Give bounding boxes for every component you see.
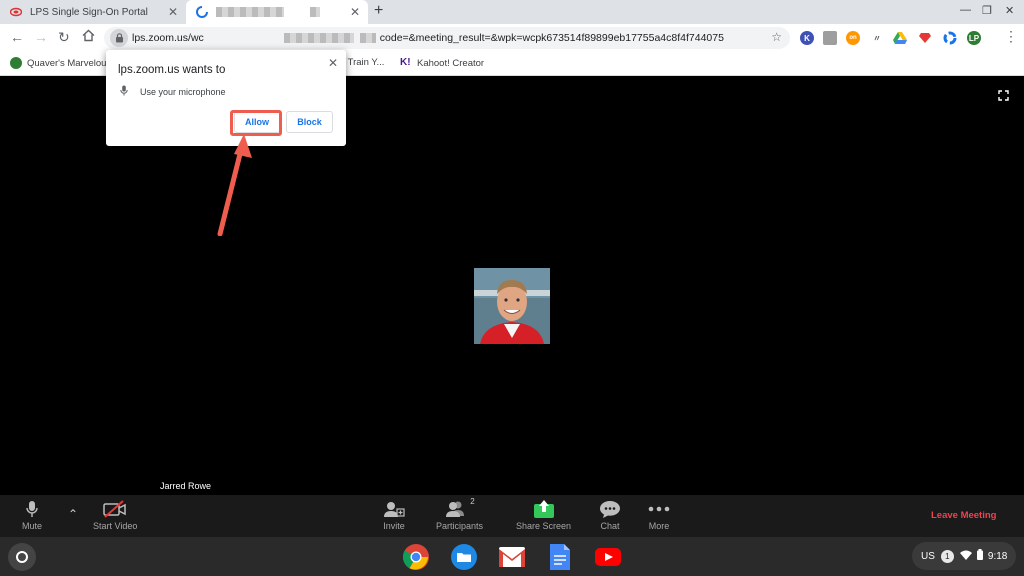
control-label: More	[648, 521, 670, 531]
tab-strip: LPS Single Sign-On Portal ✕ ✕ + — ❐ ✕	[0, 0, 1024, 24]
restore-icon[interactable]: ❐	[982, 4, 992, 17]
leave-meeting-button[interactable]: Leave Meeting	[931, 510, 996, 521]
bookmark-label: - Train Y...	[342, 57, 385, 68]
wifi-icon	[959, 550, 972, 563]
more-button[interactable]: More	[648, 497, 670, 531]
permission-row: Use your microphone	[120, 85, 226, 98]
tab-close-icon[interactable]: ✕	[168, 5, 178, 19]
more-dots-icon	[648, 497, 670, 521]
control-label: Participants	[436, 521, 484, 531]
participants-count-badge: 2	[470, 497, 475, 506]
notification-badge: 1	[940, 549, 954, 563]
control-label: Invite	[383, 521, 405, 531]
control-label: Mute	[22, 521, 43, 531]
menu-kebab-icon[interactable]: ⋮	[1004, 28, 1018, 45]
clock: 9:18	[987, 550, 1008, 562]
chat-bubble-icon	[599, 497, 621, 521]
participant-name: Jarred Rowe	[160, 481, 212, 491]
bookmark-label: Quaver's Marvelous	[27, 57, 112, 69]
kahoot-favicon-icon: K!	[400, 57, 412, 69]
gmail-app-icon[interactable]	[497, 542, 527, 572]
home-icon[interactable]	[82, 29, 95, 45]
annotation-arrow-icon	[217, 134, 252, 236]
minimize-icon[interactable]: —	[960, 4, 971, 16]
url-start: lps.zoom.us/wc	[132, 32, 204, 44]
youtube-app-icon[interactable]	[593, 542, 623, 572]
microphone-icon	[120, 85, 128, 98]
loading-spinner-icon	[196, 6, 208, 18]
system-tray[interactable]: US 1 9:18	[912, 542, 1016, 570]
close-window-icon[interactable]: ✕	[1005, 4, 1014, 17]
share-screen-button[interactable]: Share Screen	[516, 497, 571, 531]
share-screen-icon	[533, 497, 555, 521]
invite-button[interactable]: Invite	[383, 497, 405, 531]
launcher-button[interactable]	[8, 543, 36, 571]
lock-icon[interactable]	[110, 29, 128, 47]
url-redacted	[283, 33, 354, 43]
browser-toolbar: ← → ↻ lps.zoom.us/wc code=&meeting_resul…	[0, 24, 1024, 52]
audio-options-chevron-up-icon[interactable]: ⌃	[68, 507, 78, 521]
url-end: code=&meeting_result=&wpk=wcpk673514f898…	[379, 32, 724, 44]
files-app-icon[interactable]	[449, 542, 479, 572]
bookmark-quaver[interactable]: Quaver's Marvelous	[10, 57, 111, 69]
quaver-favicon-icon	[10, 57, 22, 69]
control-label: Chat	[600, 521, 620, 531]
profile-avatar-icon[interactable]: LP	[967, 31, 981, 45]
new-tab-plus-icon[interactable]: +	[374, 2, 383, 20]
chromeos-shelf: US 1 9:18	[0, 537, 1024, 576]
launcher-circle-icon	[16, 551, 28, 563]
fullscreen-icon[interactable]	[998, 90, 1009, 104]
extension-copy-icon[interactable]	[823, 31, 837, 45]
tab-lps-sso[interactable]: LPS Single Sign-On Portal ✕	[0, 0, 186, 24]
google-docs-app-icon[interactable]	[545, 542, 575, 572]
bookmark-train[interactable]: - Train Y...	[342, 57, 384, 68]
start-video-button[interactable]: Start Video	[93, 497, 137, 531]
tab-title-redacted	[216, 7, 284, 17]
add-person-icon	[383, 497, 405, 521]
extension-color-ring-icon[interactable]	[943, 31, 957, 45]
participants-button[interactable]: 2 Participants	[436, 497, 483, 531]
extension-on-icon[interactable]: on	[846, 31, 860, 45]
tab-close-icon[interactable]: ✕	[350, 5, 360, 19]
control-label: Start Video	[93, 521, 138, 531]
mute-button[interactable]: Mute	[22, 497, 42, 531]
bookmark-kahoot[interactable]: K! Kahoot! Creator	[400, 57, 484, 69]
battery-icon	[976, 549, 983, 563]
permission-label: Use your microphone	[140, 86, 226, 97]
block-button[interactable]: Block	[286, 111, 333, 133]
bookmark-star-icon[interactable]: ☆	[771, 30, 782, 44]
tab-title: LPS Single Sign-On Portal	[30, 6, 148, 18]
forward-arrow-icon[interactable]: →	[34, 29, 48, 45]
chat-button[interactable]: Chat	[599, 497, 621, 531]
dialog-close-icon[interactable]: ✕	[328, 56, 338, 70]
url-redacted	[359, 33, 376, 43]
microphone-icon	[26, 497, 38, 521]
lps-favicon-icon	[9, 6, 23, 18]
meeting-controls-bar: Mute ⌃ Start Video Invite 2 Participants…	[0, 495, 1024, 537]
video-off-icon	[103, 497, 127, 521]
google-drive-icon[interactable]	[893, 31, 907, 45]
dialog-title: lps.zoom.us wants to	[118, 64, 226, 76]
reload-icon[interactable]: ↻	[58, 29, 70, 46]
participants-icon: 2	[444, 497, 475, 521]
address-bar[interactable]: lps.zoom.us/wc code=&meeting_result=&wpk…	[104, 27, 790, 49]
back-arrow-icon[interactable]: ←	[10, 29, 24, 45]
bookmark-label: Kahoot! Creator	[417, 57, 485, 69]
extension-gem-icon[interactable]	[918, 31, 932, 45]
participant-avatar	[474, 268, 550, 344]
keyboard-layout-label: US	[921, 550, 935, 562]
tab-title-redacted	[310, 7, 320, 17]
extension-k-icon[interactable]: K	[800, 31, 814, 45]
control-label: Share Screen	[516, 521, 572, 531]
chrome-app-icon[interactable]	[401, 542, 431, 572]
extension-ear-icon[interactable]: 〃	[870, 31, 884, 45]
tab-zoom[interactable]: ✕	[186, 0, 368, 24]
